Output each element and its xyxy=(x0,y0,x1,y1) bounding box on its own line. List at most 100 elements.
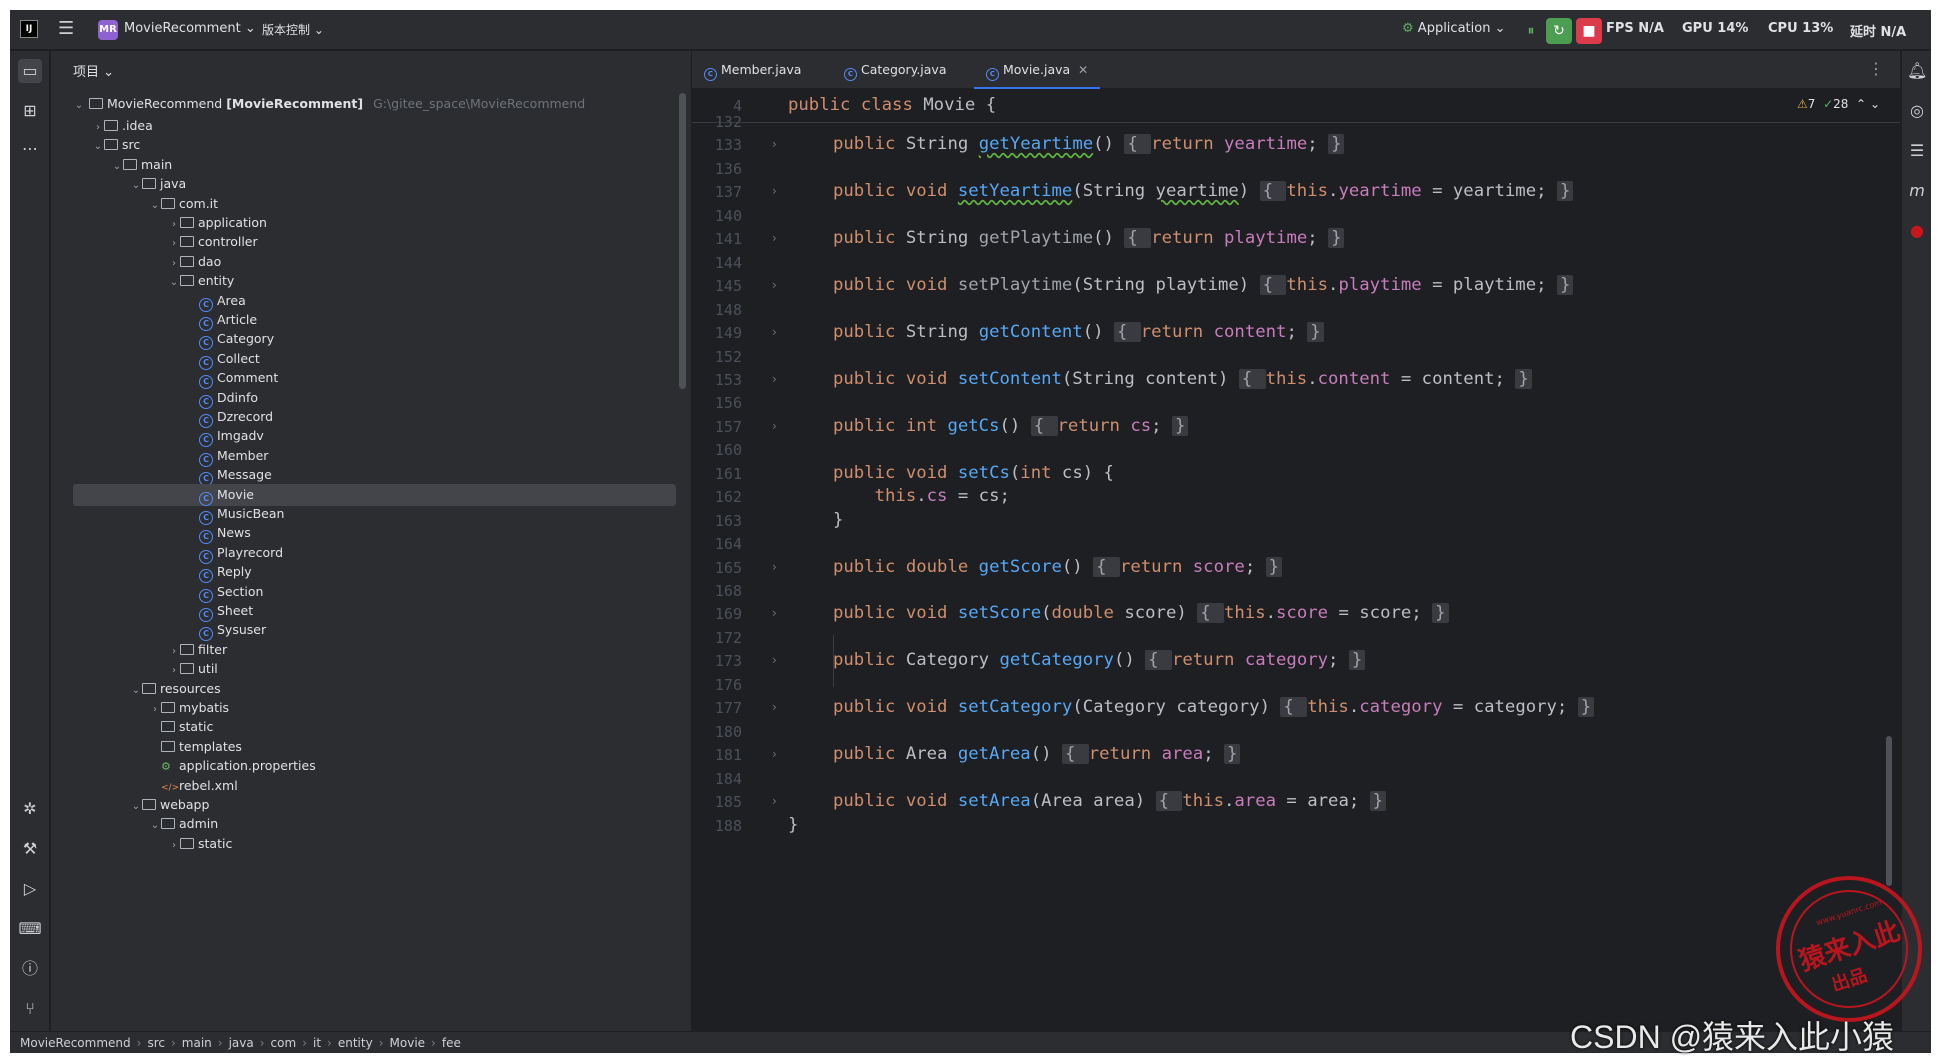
chevron-right-icon[interactable]: › xyxy=(168,835,180,857)
git-icon[interactable]: ⑂ xyxy=(18,997,42,1021)
breadcrumb-item[interactable]: entity xyxy=(338,1036,373,1050)
project-panel-header[interactable]: 项目 ⌄ xyxy=(73,61,114,80)
line-number[interactable]: 180 xyxy=(692,723,742,741)
more-vertical-icon[interactable]: ⋮ xyxy=(1868,59,1884,78)
line-number[interactable]: 177 xyxy=(692,699,742,717)
fold-toggle-icon[interactable]: › xyxy=(772,653,777,667)
line-number[interactable]: 184 xyxy=(692,770,742,788)
code-line[interactable]: public void setArea(Area area) { this.ar… xyxy=(833,791,1387,812)
tree-root[interactable]: ⌄ MovieRecommend [MovieRecomment] G:\git… xyxy=(51,93,651,115)
maven-icon[interactable]: m xyxy=(1907,181,1927,200)
code-line[interactable]: public int getCs() { return cs; } xyxy=(833,415,1189,436)
line-number[interactable]: 169 xyxy=(692,605,742,623)
tab-movie[interactable]: C Movie.java ✕ xyxy=(974,51,1100,89)
breadcrumb-item[interactable]: MovieRecommend xyxy=(20,1036,131,1050)
line-number[interactable]: 164 xyxy=(692,535,742,553)
ai-assistant-icon[interactable]: ◎ xyxy=(1907,101,1927,120)
tree-item-static[interactable]: › static xyxy=(51,833,651,855)
breadcrumb-item[interactable]: Movie xyxy=(390,1036,426,1050)
fold-toggle-icon[interactable]: › xyxy=(772,794,777,808)
code-line[interactable]: public Category getCategory() { return c… xyxy=(833,650,1366,671)
line-number[interactable]: 185 xyxy=(692,793,742,811)
fold-toggle-icon[interactable]: › xyxy=(772,137,777,151)
line-number[interactable]: 168 xyxy=(692,582,742,600)
debug-icon[interactable]: ✲ xyxy=(18,797,42,821)
main-menu-icon[interactable]: ☰ xyxy=(58,20,74,38)
line-number[interactable]: 163 xyxy=(692,512,742,530)
run-icon[interactable]: ▷ xyxy=(18,877,42,901)
line-number[interactable]: 153 xyxy=(692,371,742,389)
plugin-icon[interactable]: ● xyxy=(1907,221,1927,240)
line-number[interactable]: 144 xyxy=(692,254,742,272)
rerun-icon[interactable]: ↻ xyxy=(1546,18,1572,44)
line-number[interactable]: 132 xyxy=(692,113,742,131)
code-line[interactable]: public String getContent() { return cont… xyxy=(833,322,1324,343)
code-line[interactable]: public void setScore(double score) { thi… xyxy=(833,603,1449,624)
fold-toggle-icon[interactable]: › xyxy=(772,325,777,339)
line-number[interactable]: 140 xyxy=(692,207,742,225)
line-number[interactable]: 160 xyxy=(692,441,742,459)
code-line[interactable]: public void setCategory(Category categor… xyxy=(833,697,1595,718)
code-line[interactable]: this.cs = cs; xyxy=(833,486,1010,506)
line-number[interactable]: 157 xyxy=(692,418,742,436)
project-scrollbar[interactable] xyxy=(679,93,686,389)
line-number[interactable]: 172 xyxy=(692,629,742,647)
line-number[interactable]: 165 xyxy=(692,559,742,577)
breadcrumb-item[interactable]: fee xyxy=(442,1036,461,1050)
breadcrumb-item[interactable]: java xyxy=(229,1036,254,1050)
app-logo-icon[interactable]: IJ xyxy=(20,20,38,38)
tab-member[interactable]: C Member.java xyxy=(692,51,832,89)
line-number[interactable]: 141 xyxy=(692,230,742,248)
line-number[interactable]: 188 xyxy=(692,817,742,835)
inspection-widget[interactable]: ⚠7 ✓28 ⌃ ⌄ xyxy=(1797,97,1880,111)
fold-toggle-icon[interactable]: › xyxy=(772,606,777,620)
fold-toggle-icon[interactable]: › xyxy=(772,372,777,386)
run-config-selector[interactable]: ⚙ Application ⌄ xyxy=(1402,21,1505,36)
code-line[interactable]: public double getScore() { return score;… xyxy=(833,556,1283,577)
code-line[interactable]: public void setContent(String content) {… xyxy=(833,368,1532,389)
line-number[interactable]: 152 xyxy=(692,348,742,366)
code-line[interactable]: public String getYeartime() { return yea… xyxy=(833,134,1345,155)
fold-toggle-icon[interactable]: › xyxy=(772,231,777,245)
tab-category[interactable]: C Category.java xyxy=(832,51,974,89)
project-switcher[interactable]: MovieRecomment ⌄ xyxy=(124,21,256,36)
sticky-header-line[interactable]: 4 public class Movie { ⚠7 ✓28 ⌃ ⌄ xyxy=(692,89,1900,123)
vcs-menu[interactable]: 版本控制 ⌄ xyxy=(262,21,324,38)
code-line[interactable]: } xyxy=(788,815,798,835)
editor-scrollbar[interactable] xyxy=(1886,736,1892,886)
line-number[interactable]: 145 xyxy=(692,277,742,295)
pause-icon[interactable]: ⏸ xyxy=(1518,18,1544,44)
stop-icon[interactable]: ■ xyxy=(1576,18,1602,44)
code-line[interactable]: } xyxy=(833,510,843,530)
line-number[interactable]: 162 xyxy=(692,488,742,506)
build-icon[interactable]: ⚒ xyxy=(18,837,42,861)
database-icon[interactable]: ☰ xyxy=(1907,141,1927,160)
notifications-icon[interactable]: 🔔︎ xyxy=(1907,61,1927,80)
line-number[interactable]: 149 xyxy=(692,324,742,342)
fold-toggle-icon[interactable]: › xyxy=(772,184,777,198)
code-line[interactable]: public void setPlaytime(String playtime)… xyxy=(833,275,1574,296)
line-number[interactable]: 181 xyxy=(692,746,742,764)
code-line[interactable]: public void setCs(int cs) { xyxy=(833,463,1114,483)
folder-icon[interactable]: ▭ xyxy=(18,59,42,83)
terminal-icon[interactable]: ⌨ xyxy=(18,917,42,941)
line-number[interactable]: 156 xyxy=(692,394,742,412)
problems-icon[interactable]: ⓘ xyxy=(18,957,42,981)
line-number[interactable]: 137 xyxy=(692,183,742,201)
fold-toggle-icon[interactable]: › xyxy=(772,747,777,761)
code-line[interactable]: public String getPlaytime() { return pla… xyxy=(833,228,1345,249)
structure-icon[interactable]: ⊞ xyxy=(18,99,42,123)
breadcrumb-item[interactable]: main xyxy=(182,1036,212,1050)
line-number[interactable]: 176 xyxy=(692,676,742,694)
close-icon[interactable]: ✕ xyxy=(1078,63,1088,77)
line-number[interactable]: 173 xyxy=(692,652,742,670)
breadcrumb-item[interactable]: com xyxy=(271,1036,297,1050)
fold-toggle-icon[interactable]: › xyxy=(772,700,777,714)
fold-toggle-icon[interactable]: › xyxy=(772,560,777,574)
line-number[interactable]: 161 xyxy=(692,465,742,483)
project-badge[interactable]: MR xyxy=(98,20,118,40)
fold-toggle-icon[interactable]: › xyxy=(772,278,777,292)
code-line[interactable]: public void setYeartime(String yeartime)… xyxy=(833,181,1574,202)
fold-toggle-icon[interactable]: › xyxy=(772,419,777,433)
line-number[interactable]: 136 xyxy=(692,160,742,178)
